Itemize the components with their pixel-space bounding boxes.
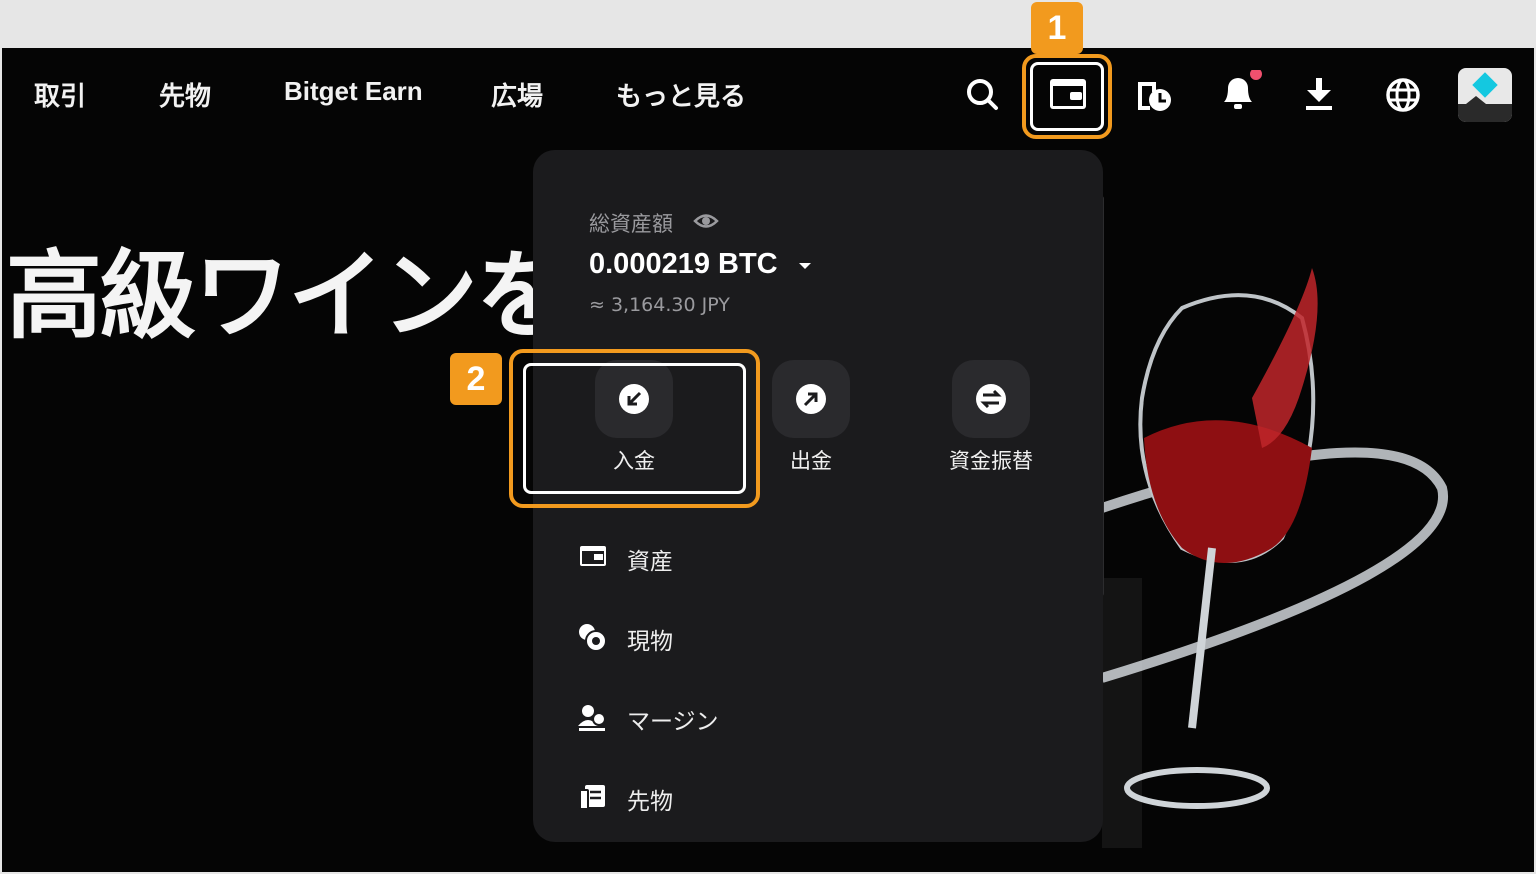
- menu-item-margin-label: マージン: [627, 709, 719, 735]
- notification-dot: [1250, 70, 1262, 80]
- nav-item-more[interactable]: もっと見る: [616, 76, 746, 113]
- futures-icon: [579, 785, 605, 810]
- hero-headline: 高級ワインを: [6, 240, 572, 352]
- withdraw-label: 出金: [790, 449, 832, 473]
- wallet-highlight: [1022, 54, 1112, 139]
- caret-down-icon[interactable]: [797, 260, 813, 272]
- transfer-button-bg[interactable]: [952, 360, 1030, 438]
- total-btc-amount: 0.000219 BTC: [589, 248, 778, 280]
- nav-item-square[interactable]: 広場: [491, 76, 543, 113]
- download-icon[interactable]: [1302, 76, 1336, 112]
- notification-bell-icon[interactable]: [1216, 70, 1264, 114]
- arrow-up-right-icon: [796, 384, 826, 414]
- nav-item-trade[interactable]: 取引: [34, 76, 86, 113]
- nav-item-futures[interactable]: 先物: [159, 76, 211, 113]
- wallet-icon: [580, 546, 606, 566]
- order-history-icon[interactable]: [1134, 76, 1174, 114]
- deposit-highlight: [509, 349, 760, 508]
- menu-item-spot-label: 現物: [627, 629, 673, 655]
- top-navbar: 取引 先物 Bitget Earn 広場 もっと見る: [2, 48, 1534, 140]
- step-badge-2: 2: [450, 353, 502, 405]
- total-assets-label: 総資産額: [589, 212, 673, 236]
- menu-item-futures-label: 先物: [627, 789, 673, 815]
- step-badge-1: 1: [1031, 2, 1083, 54]
- avatar[interactable]: [1458, 68, 1512, 122]
- withdraw-button-bg[interactable]: [772, 360, 850, 438]
- coins-icon: [579, 624, 607, 652]
- nav-item-bitget-earn[interactable]: Bitget Earn: [284, 76, 423, 107]
- margin-icon: [578, 705, 606, 731]
- menu-item-assets-label: 資産: [627, 549, 673, 575]
- search-icon[interactable]: [964, 76, 1000, 112]
- eye-icon[interactable]: [693, 212, 719, 230]
- wine-glass-illustration: [1102, 268, 1449, 848]
- swap-icon: [976, 384, 1006, 414]
- globe-icon[interactable]: [1384, 76, 1422, 114]
- total-jpy-amount: ≈ 3,164.30 JPY: [589, 294, 730, 316]
- transfer-label: 資金振替: [949, 449, 1033, 473]
